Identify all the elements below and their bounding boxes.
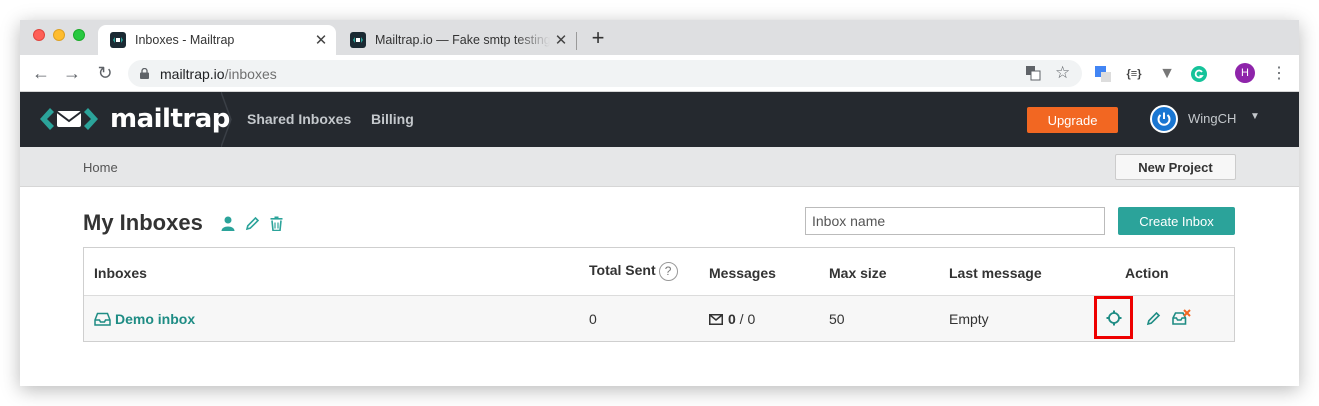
create-inbox-button[interactable]: Create Inbox <box>1118 207 1235 235</box>
inboxes-table: Inboxes Total Sent? Messages Max size La… <box>83 247 1235 342</box>
column-header-last-message: Last message <box>949 265 1042 281</box>
total-sent-label: Total Sent <box>589 262 656 279</box>
column-header-total-sent: Total Sent? <box>589 262 678 281</box>
inbox-tray-icon <box>94 312 111 326</box>
lock-icon <box>140 68 149 79</box>
total-sent-value: 0 <box>589 311 597 327</box>
user-power-icon[interactable] <box>1150 105 1178 133</box>
address-bar[interactable]: mailtrap.io/inboxes ☆ <box>128 60 1082 87</box>
edit-inbox-pencil-icon[interactable] <box>1143 308 1163 328</box>
logo-mark-icon <box>40 108 98 130</box>
browser-menu-icon[interactable]: ⋮ <box>1271 63 1287 83</box>
column-header-messages: Messages <box>709 265 776 281</box>
messages-separator: / <box>735 311 748 327</box>
upgrade-button[interactable]: Upgrade <box>1027 107 1118 133</box>
google-translate-extension-icon[interactable] <box>1094 65 1112 83</box>
back-arrow-icon[interactable]: ← <box>31 63 51 83</box>
user-name[interactable]: WingCH <box>1188 111 1236 126</box>
chevron-down-icon[interactable]: ▼ <box>1250 111 1260 122</box>
clear-inbox-icon[interactable] <box>1171 307 1191 327</box>
header-divider <box>221 92 232 147</box>
nav-billing[interactable]: Billing <box>371 111 414 127</box>
forward-arrow-icon[interactable]: → <box>62 63 82 83</box>
tab-mailtrap-home[interactable]: Mailtrap.io — Fake smtp testing ✕ <box>338 25 576 55</box>
envelope-icon <box>709 313 723 325</box>
table-row[interactable]: Demo inbox 0 0 / 0 50 Empty <box>84 296 1234 341</box>
max-size-value: 50 <box>829 311 845 327</box>
share-user-icon[interactable] <box>220 215 236 231</box>
app-header: mailtrap Shared Inboxes Billing Upgrade … <box>20 92 1299 147</box>
breadcrumb-bar: Home New Project <box>20 147 1299 187</box>
messages-total: 0 <box>747 311 756 327</box>
last-message-value: Empty <box>949 311 989 327</box>
column-header-inboxes: Inboxes <box>94 265 147 281</box>
mailtrap-favicon-icon <box>110 32 126 48</box>
tab-inboxes[interactable]: Inboxes - Mailtrap ✕ <box>98 25 336 55</box>
maximize-window-button[interactable] <box>73 29 85 41</box>
tab-title: Mailtrap.io — Fake smtp testing <box>375 33 550 47</box>
edit-pencil-icon[interactable] <box>244 215 260 231</box>
url-text: mailtrap.io/inboxes <box>160 66 277 82</box>
table-header: Inboxes Total Sent? Messages Max size La… <box>84 248 1234 296</box>
browser-toolbar: ← → ↻ mailtrap.io/inboxes ☆ {≡} ▼ H ⋮ <box>20 55 1299 92</box>
help-question-icon[interactable]: ? <box>658 262 678 281</box>
trash-icon[interactable] <box>268 215 284 231</box>
close-window-button[interactable] <box>33 29 45 41</box>
inbox-name: Demo inbox <box>115 311 196 327</box>
messages-value: 0 / 0 <box>709 311 755 327</box>
breadcrumb-home[interactable]: Home <box>83 160 118 175</box>
page-title: My Inboxes <box>83 210 203 235</box>
vue-devtools-extension-icon[interactable]: ▼ <box>1158 65 1176 83</box>
column-header-action: Action <box>1125 265 1169 281</box>
translate-icon[interactable] <box>1025 65 1041 84</box>
json-viewer-extension-icon[interactable]: {≡} <box>1125 65 1143 83</box>
mailtrap-logo[interactable]: mailtrap <box>38 104 230 134</box>
tab-title: Inboxes - Mailtrap <box>135 33 235 47</box>
logo-text: mailtrap <box>110 104 230 134</box>
tab-strip: Inboxes - Mailtrap ✕ Mailtrap.io — Fake … <box>20 20 1299 55</box>
minimize-window-button[interactable] <box>53 29 65 41</box>
title-actions <box>220 215 284 231</box>
messages-unread: 0 <box>728 311 736 327</box>
url-path: /inboxes <box>224 66 277 82</box>
tab-separator <box>576 32 577 50</box>
new-tab-button[interactable]: + <box>587 25 609 51</box>
url-host: mailtrap.io <box>160 66 225 82</box>
tab-close-icon[interactable]: ✕ <box>310 31 332 49</box>
nav-shared-inboxes[interactable]: Shared Inboxes <box>247 111 351 127</box>
profile-avatar[interactable]: H <box>1235 63 1255 83</box>
browser-window: Inboxes - Mailtrap ✕ Mailtrap.io — Fake … <box>20 20 1299 386</box>
bookmark-star-icon[interactable]: ☆ <box>1055 63 1070 83</box>
new-project-button[interactable]: New Project <box>1115 154 1236 180</box>
inbox-name-input[interactable] <box>805 207 1105 235</box>
inbox-link-demo[interactable]: Demo inbox <box>94 311 195 327</box>
mailtrap-favicon-icon <box>350 32 366 48</box>
grammarly-extension-icon[interactable] <box>1190 65 1208 83</box>
column-header-max-size: Max size <box>829 265 887 281</box>
inbox-settings-gear-icon[interactable] <box>1094 296 1133 339</box>
tab-close-icon[interactable]: ✕ <box>550 31 572 49</box>
reload-icon[interactable]: ↻ <box>95 63 115 83</box>
